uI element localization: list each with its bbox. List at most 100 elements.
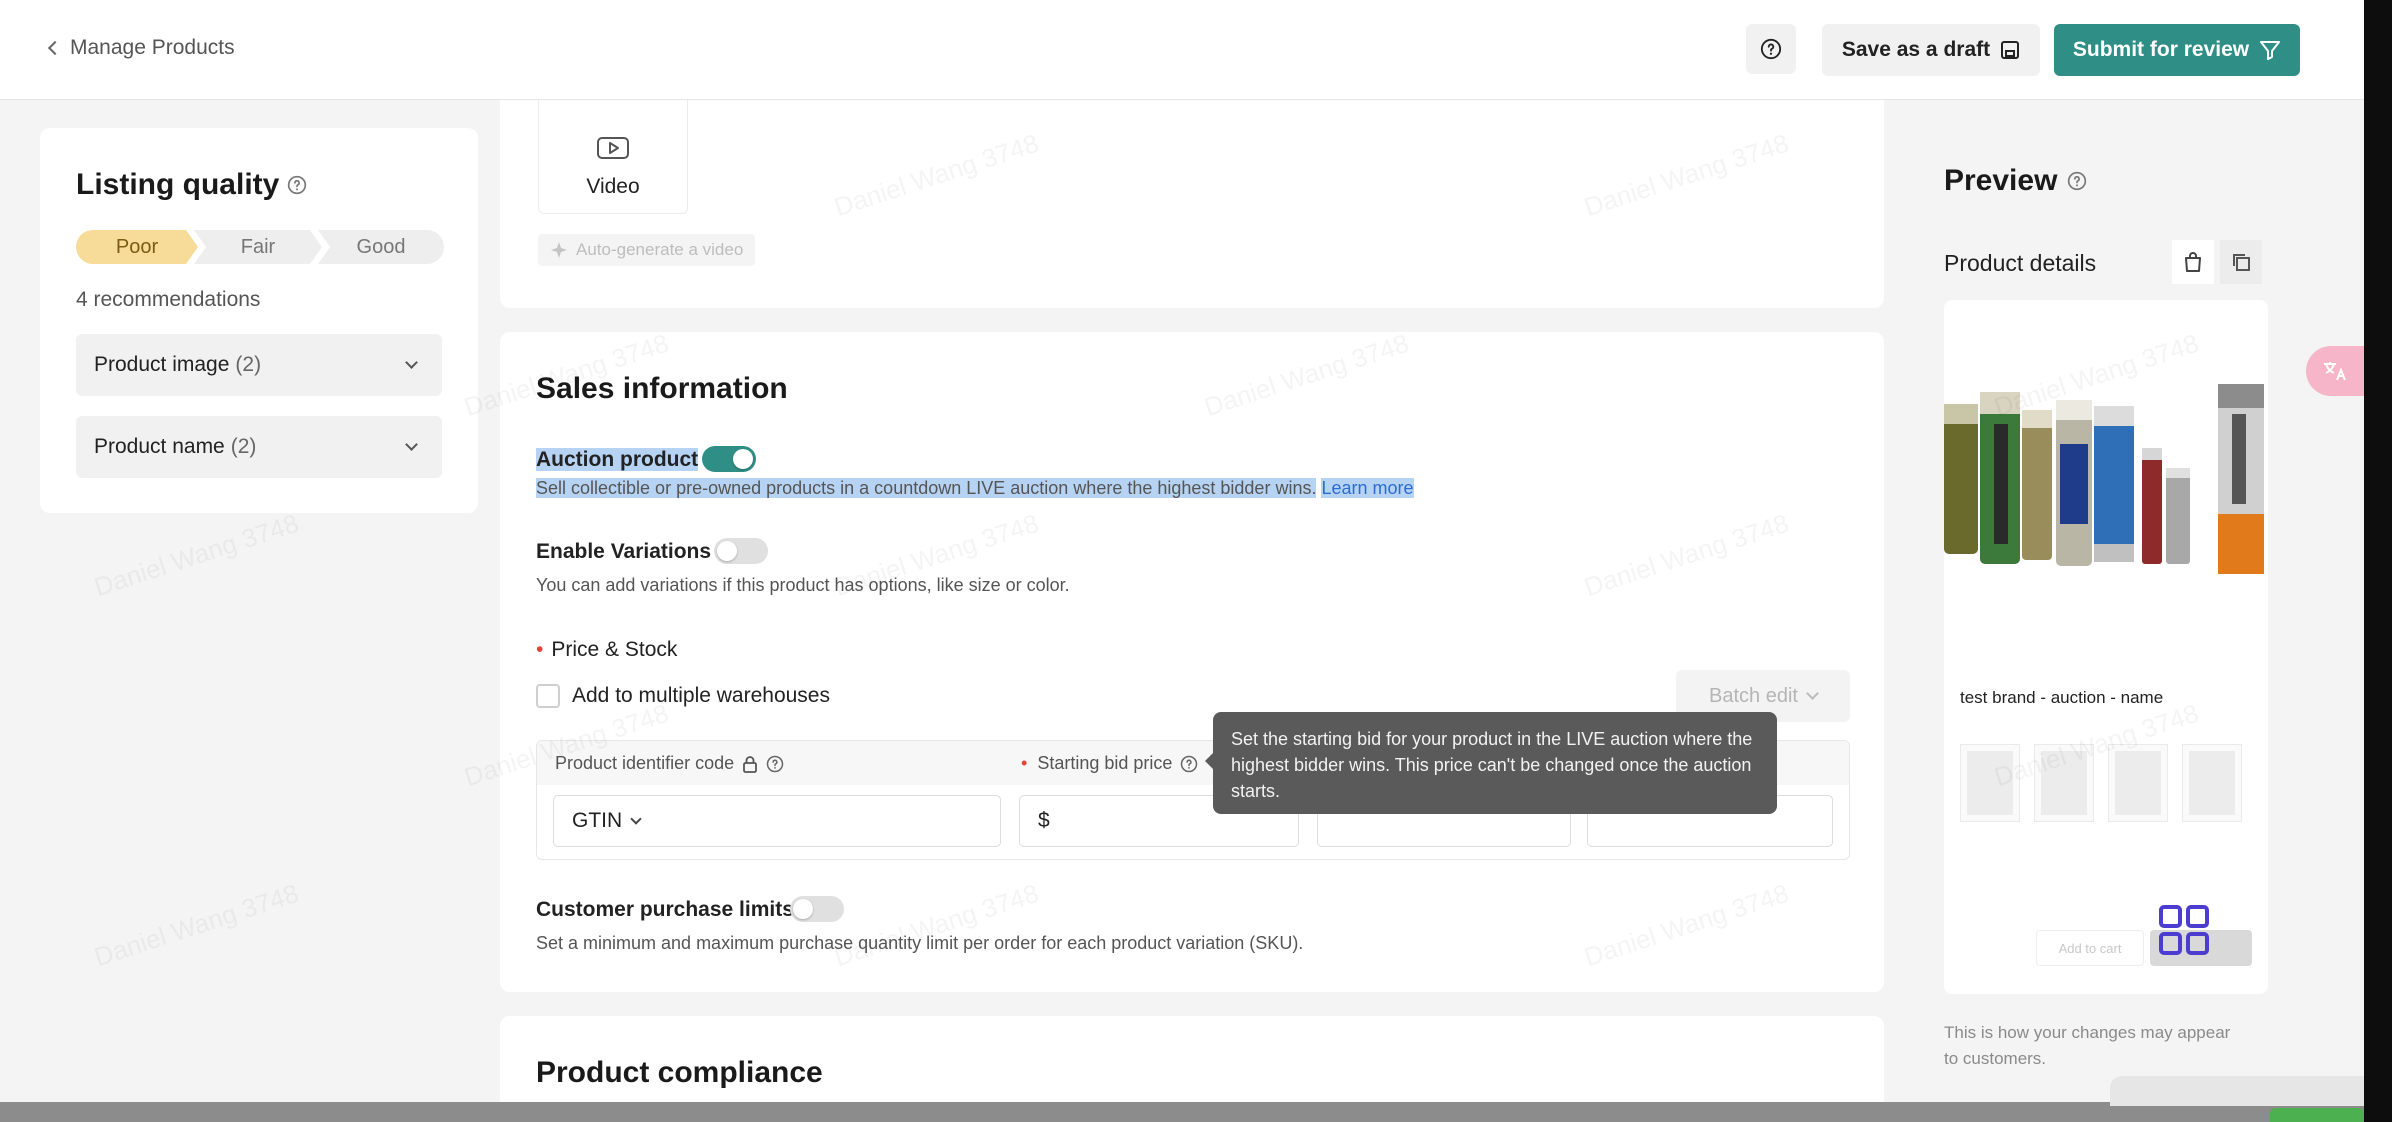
sparkle-icon (551, 242, 567, 258)
auction-product-description: Sell collectible or pre-owned products i… (536, 478, 1414, 499)
top-bar: Manage Products Save as a draft Submit f… (0, 0, 2364, 100)
thumbnail-placeholder (2108, 744, 2168, 822)
product-details-label: Product details (1944, 250, 2097, 276)
purchase-limits-label: Customer purchase limits (536, 898, 794, 921)
identifier-column-label: Product identifier code (555, 753, 735, 773)
multiple-warehouses-label: Add to multiple warehouses (572, 684, 830, 707)
question-circle-icon[interactable] (287, 175, 307, 195)
product-compliance-title: Product compliance (536, 1056, 823, 1089)
product-compliance-card: Product compliance (500, 1016, 1884, 1102)
chevron-down-icon (405, 356, 418, 369)
auto-generate-label: Auto-generate a video (576, 240, 744, 259)
thumbnail-placeholder (2034, 744, 2094, 822)
copy-pages-icon (2233, 254, 2250, 271)
detail-preview-button[interactable] (2220, 240, 2262, 284)
required-marker: • (1021, 753, 1028, 773)
quality-step-fair: Fair (194, 230, 322, 264)
screen-edge-bottom (0, 1102, 2364, 1122)
recommendation-product-name[interactable]: Product name (2) (76, 416, 442, 478)
lock-icon (743, 755, 758, 773)
translate-icon (2324, 362, 2346, 381)
starting-bid-column-label: Starting bid price (1037, 753, 1173, 773)
price-stock-label: • Price & Stock (536, 638, 677, 662)
toggle-knob (733, 449, 753, 469)
screen-edge-right (2364, 0, 2392, 1122)
recommendation-product-image[interactable]: Product image (2) (76, 334, 442, 396)
preview-heading: Preview (1944, 164, 2087, 198)
thumbnail-placeholder (1960, 744, 2020, 822)
learn-more-link[interactable]: Learn more (1321, 478, 1414, 498)
sales-information-title: Sales information (536, 372, 788, 405)
chevron-down-icon (1806, 687, 1819, 700)
phone-preview: test brand - auction - name Add to cart (1944, 300, 2268, 994)
shop-preview-button[interactable] (2172, 240, 2214, 284)
price-stock-text: Price & Stock (551, 638, 678, 661)
listing-quality-heading: Listing quality (76, 168, 307, 202)
batch-edit-label: Batch edit (1709, 684, 1798, 707)
toggle-knob (717, 541, 737, 561)
identifier-column-header: Product identifier code (555, 753, 784, 774)
starting-bid-column-header: • Starting bid price (1021, 753, 1198, 774)
question-circle-icon[interactable] (2067, 171, 2087, 191)
starting-bid-tooltip: Set the starting bid for your product in… (1213, 712, 1777, 814)
auction-product-label-text: Auction product (536, 448, 699, 471)
save-draft-button[interactable]: Save as a draft (1822, 24, 2040, 76)
auction-product-label: Auction product (536, 448, 699, 472)
filter-funnel-icon (2260, 41, 2281, 60)
chevron-down-icon (405, 438, 418, 451)
multiple-warehouses-checkbox[interactable] (536, 684, 560, 708)
thumbnail-placeholder (2182, 744, 2242, 822)
required-marker: • (536, 638, 544, 661)
submit-for-review-button[interactable]: Submit for review (2054, 24, 2300, 76)
product-image-batteries (1944, 384, 2268, 590)
purchase-limits-toggle[interactable] (790, 896, 844, 922)
save-draft-label: Save as a draft (1841, 38, 1991, 61)
shopping-bag-icon (2185, 252, 2201, 272)
save-disk-icon (2001, 41, 2020, 59)
purchase-limits-description: Set a minimum and maximum purchase quant… (536, 933, 1304, 953)
floating-panel-edge (2110, 1076, 2364, 1106)
auto-generate-video-button[interactable]: Auto-generate a video (538, 234, 756, 266)
status-indicator (2270, 1108, 2364, 1122)
watermark: Daniel Wang 3748 (90, 878, 302, 973)
preview-title: Preview (1944, 164, 2058, 197)
chevron-left-icon (47, 40, 63, 56)
help-button[interactable] (1746, 24, 1796, 74)
video-upload-tile[interactable]: Video (538, 100, 688, 214)
listing-quality-title: Listing quality (76, 168, 280, 201)
back-link-label: Manage Products (70, 36, 235, 59)
currency-symbol: $ (1038, 809, 1050, 832)
enable-variations-description: You can add variations if this product h… (536, 575, 1070, 595)
tooltip-arrow (1205, 753, 1213, 769)
media-card: Video Auto-generate a video (500, 100, 1884, 308)
sales-information-card: Sales information Auction product Sell c… (500, 332, 1884, 992)
recommendation-label: Product image (94, 353, 230, 376)
chevron-down-icon (630, 812, 642, 825)
recommendation-count: (2) (230, 435, 257, 458)
video-icon (597, 137, 629, 159)
preview-note: This is how your changes may appear to c… (1944, 1023, 2231, 1068)
identifier-type-value: GTIN (572, 809, 623, 832)
recommendation-count: (2) (235, 353, 262, 376)
auction-description-text: Sell collectible or pre-owned products i… (536, 478, 1317, 498)
thumbnail-row (1960, 744, 2242, 822)
identifier-type-select[interactable]: GTIN (553, 795, 1001, 847)
enable-variations-toggle[interactable] (714, 538, 768, 564)
watermark: Daniel Wang 3748 (90, 508, 302, 603)
toggle-knob (793, 899, 813, 919)
question-circle-icon[interactable] (766, 755, 784, 773)
quality-step-poor: Poor (76, 230, 198, 264)
translate-button[interactable] (2306, 346, 2364, 396)
listing-quality-card: Listing quality Poor Fair Good 4 recomme… (40, 128, 478, 513)
question-circle-icon[interactable] (1180, 755, 1198, 773)
recommendations-count: 4 recommendations (76, 288, 261, 311)
submit-label: Submit for review (2072, 38, 2250, 61)
app-grid-icon[interactable] (2158, 904, 2210, 956)
video-label: Video (586, 175, 640, 198)
question-circle-icon (1760, 38, 1782, 60)
auction-product-toggle[interactable] (702, 446, 756, 472)
back-to-manage-products-link[interactable]: Manage Products (46, 36, 235, 60)
quality-steps: Poor Fair Good (76, 230, 444, 264)
add-to-cart-button: Add to cart (2036, 930, 2144, 966)
preview-product-name: test brand - auction - name (1960, 688, 2164, 707)
